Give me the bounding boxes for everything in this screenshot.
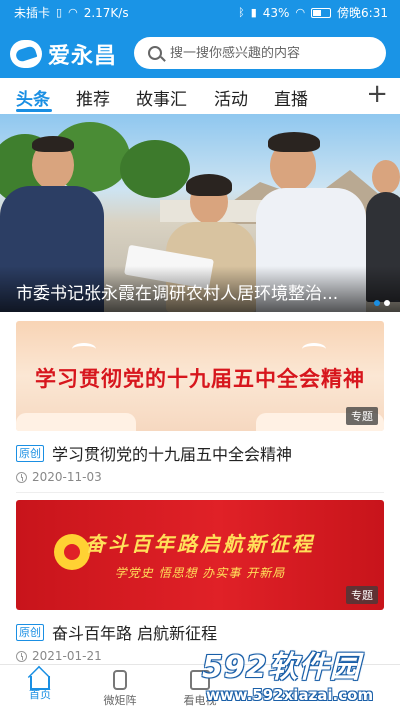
tabs-overflow-fade <box>330 78 360 114</box>
search-bar[interactable] <box>134 37 386 69</box>
battery-icon <box>311 7 332 18</box>
phone-icon <box>113 670 127 690</box>
app-screen: 未插卡 ▯ ◠ 2.17K/s ᛒ ▮ 43% ◠ 傍晚6:31 爱永昌 头 <box>0 0 400 711</box>
hero-carousel[interactable]: 市委书记张永霞在调研农村人居环境整治... <box>0 114 400 312</box>
vibrate-icon: ▮ <box>250 5 257 19</box>
news-banner[interactable]: 学习贯彻党的十九届五中全会精神 专题 <box>16 321 384 431</box>
news-title[interactable]: 学习贯彻党的十九届五中全会精神 <box>52 441 292 465</box>
app-logo: 爱永昌 <box>10 38 117 70</box>
wifi-status-icon: ◠ <box>295 5 306 19</box>
news-banner[interactable]: 奋斗百年路启航新征程 学党史 悟思想 办实事 开新局 专题 <box>16 500 384 610</box>
topic-tag: 专题 <box>346 407 378 425</box>
search-input[interactable] <box>170 45 360 61</box>
app-header: 未插卡 ▯ ◠ 2.17K/s ᛒ ▮ 43% ◠ 傍晚6:31 爱永昌 <box>0 0 400 78</box>
news-feed: 学习贯彻党的十九届五中全会精神 专题 原创 学习贯彻党的十九届五中全会精神 20… <box>0 312 400 664</box>
app-name: 爱永昌 <box>48 44 118 69</box>
feed-divider <box>16 492 384 493</box>
carrier-text: 未插卡 <box>14 6 51 20</box>
status-bar: 未插卡 ▯ ◠ 2.17K/s ᛒ ▮ 43% ◠ 傍晚6:31 <box>0 0 400 24</box>
banner-cloud <box>16 413 136 431</box>
banner-subtitle: 学党史 悟思想 办实事 开新局 <box>114 566 286 580</box>
channel-tabs: 头条 推荐 故事汇 活动 直播 + <box>0 78 400 114</box>
battery-percent: 43% <box>262 5 290 20</box>
sim-icon: ▯ <box>56 5 63 19</box>
logo-icon <box>10 40 42 68</box>
tab-headlines[interactable]: 头条 <box>16 85 50 110</box>
news-card[interactable]: 学习贯彻党的十九届五中全会精神 专题 原创 学习贯彻党的十九届五中全会精神 20… <box>16 321 384 495</box>
tab-stories[interactable]: 故事汇 <box>136 85 187 110</box>
tab-recommend[interactable]: 推荐 <box>76 85 110 110</box>
dove-icon <box>302 343 326 355</box>
nav-matrix-label: 微矩阵 <box>103 694 137 707</box>
news-date: 2020-11-03 <box>32 470 102 484</box>
nav-matrix[interactable]: 微矩阵 <box>80 670 160 708</box>
carousel-dots <box>374 300 390 306</box>
clock-icon <box>16 471 27 483</box>
active-tab-indicator <box>16 109 52 112</box>
wifi-icon: ◠ <box>68 5 78 19</box>
bluetooth-icon: ᛒ <box>238 5 245 19</box>
watermark-url: www.592xiazai.com <box>206 686 374 704</box>
original-badge: 原创 <box>16 444 44 462</box>
nav-home[interactable]: 首页 <box>0 670 80 702</box>
banner-title: 学习贯彻党的十九届五中全会精神 <box>35 367 365 391</box>
clock-icon <box>16 650 27 662</box>
watermark: 592软件园 www.592xiazai.com <box>198 640 400 711</box>
news-title[interactable]: 奋斗百年路 启航新征程 <box>52 620 217 644</box>
tab-live[interactable]: 直播 <box>274 85 308 110</box>
dove-icon <box>72 343 96 355</box>
carousel-dot[interactable] <box>384 300 390 306</box>
news-date: 2021-01-21 <box>32 649 102 663</box>
hero-tree <box>120 140 190 198</box>
banner-title: 奋斗百年路启航新征程 <box>85 532 315 556</box>
watermark-logo: 592软件园 <box>202 650 361 685</box>
network-speed: 2.17K/s <box>83 5 129 20</box>
topic-tag: 专题 <box>346 586 378 604</box>
home-icon <box>30 676 50 690</box>
original-badge: 原创 <box>16 623 44 641</box>
clock-time: 傍晚6:31 <box>337 6 388 20</box>
tab-activities[interactable]: 活动 <box>214 85 248 110</box>
hero-caption[interactable]: 市委书记张永霞在调研农村人居环境整治... <box>16 279 366 304</box>
add-channel-icon[interactable]: + <box>366 81 388 107</box>
search-icon[interactable] <box>148 46 162 60</box>
carousel-dot[interactable] <box>374 300 380 306</box>
news-card[interactable]: 奋斗百年路启航新征程 学党史 悟思想 办实事 开新局 专题 原创 奋斗百年路 启… <box>16 500 384 663</box>
